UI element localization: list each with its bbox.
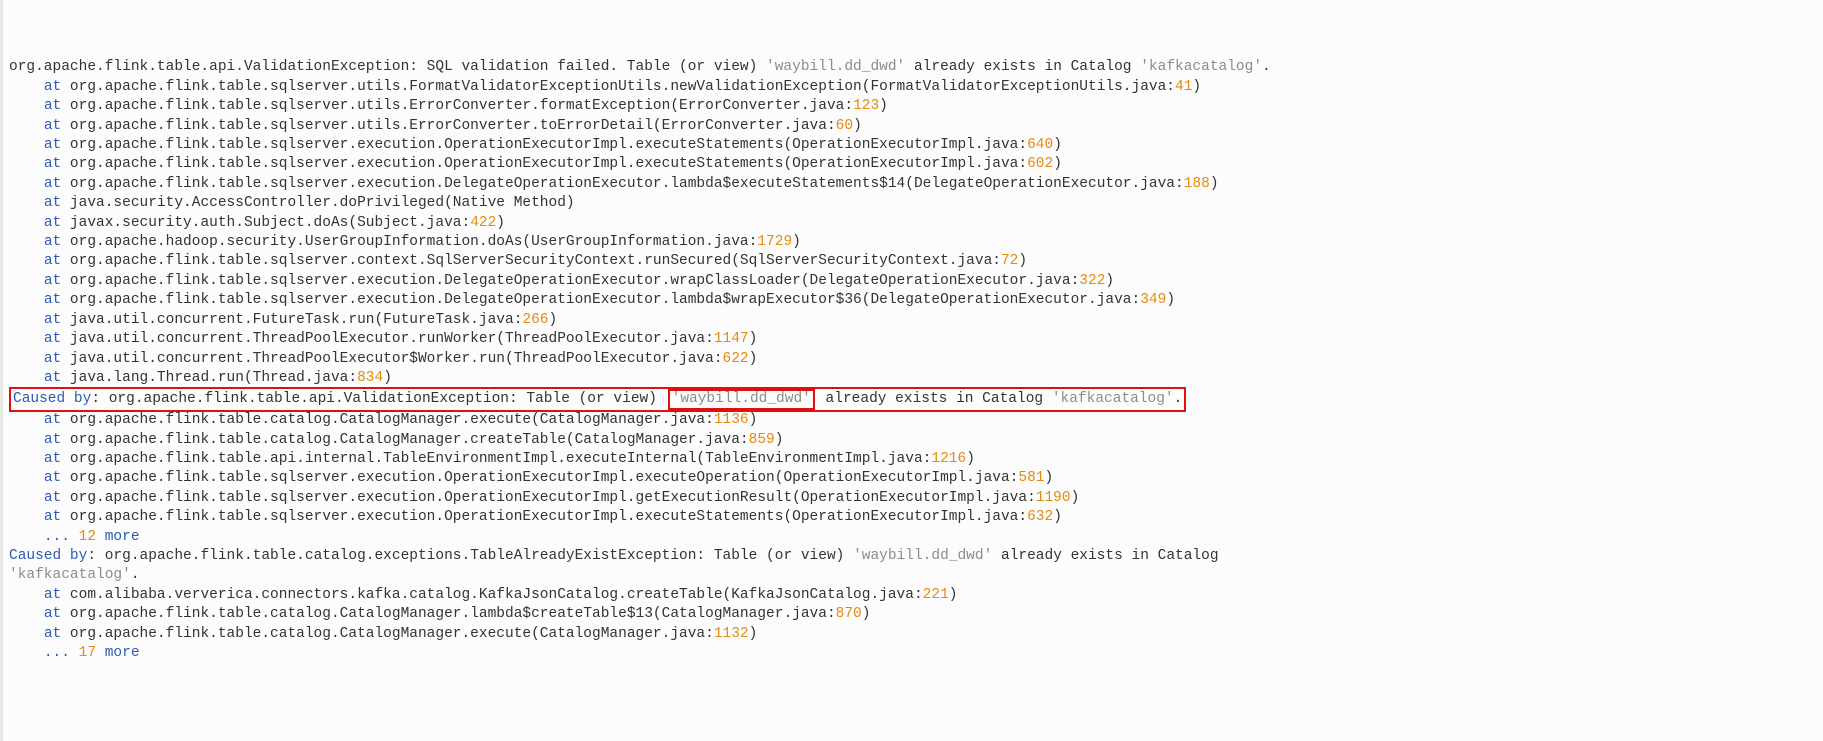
stack-frame: at org.apache.flink.table.api.internal.T…	[9, 451, 975, 467]
stack-frame: at javax.security.auth.Subject.doAs(Subj…	[9, 215, 505, 231]
stack-frame: at org.apache.flink.table.sqlserver.exec…	[9, 470, 1053, 486]
stack-frame: at org.apache.flink.table.sqlserver.exec…	[9, 490, 1079, 506]
stack-frame: at org.apache.flink.table.sqlserver.exec…	[9, 292, 1175, 308]
stack-frame: at org.apache.flink.table.catalog.Catalo…	[9, 606, 870, 622]
stack-frame: at org.apache.flink.table.sqlserver.exec…	[9, 176, 1219, 192]
stack-frame: at org.apache.flink.table.sqlserver.exec…	[9, 156, 1062, 172]
stack-frame: at java.lang.Thread.run(Thread.java:834)	[9, 370, 392, 386]
stack-frame: at java.util.concurrent.ThreadPoolExecut…	[9, 351, 757, 367]
stacktrace-block: org.apache.flink.table.api.ValidationExc…	[9, 58, 1823, 663]
omitted-frames: ... 17 more	[9, 645, 140, 661]
omitted-frames: ... 12 more	[9, 529, 140, 545]
stack-frame: at org.apache.flink.table.sqlserver.util…	[9, 79, 1201, 95]
stack-frame: at org.apache.flink.table.sqlserver.exec…	[9, 137, 1062, 153]
caused-by-cont: 'kafkacatalog'.	[9, 567, 140, 583]
stack-frame: at java.util.concurrent.ThreadPoolExecut…	[9, 331, 757, 347]
stack-frame: at org.apache.flink.table.sqlserver.cont…	[9, 253, 1027, 269]
caused-by-highlight: Caused by: org.apache.flink.table.api.Va…	[9, 387, 1186, 412]
stack-frame: at org.apache.flink.table.sqlserver.exec…	[9, 509, 1062, 525]
stack-frame: at org.apache.flink.table.catalog.Catalo…	[9, 432, 783, 448]
stack-frame: at com.alibaba.ververica.connectors.kafk…	[9, 587, 957, 603]
stack-frame: at org.apache.flink.table.sqlserver.exec…	[9, 273, 1114, 289]
caused-by: Caused by: org.apache.flink.table.catalo…	[9, 548, 1227, 564]
stack-frame: at java.security.AccessController.doPriv…	[9, 195, 575, 211]
stack-frame: at org.apache.flink.table.catalog.Catalo…	[9, 626, 757, 642]
table-name-highlight: 'waybill.dd_dwd'	[668, 389, 815, 410]
stack-frame: at org.apache.flink.table.sqlserver.util…	[9, 98, 888, 114]
stack-frame: at org.apache.flink.table.sqlserver.util…	[9, 118, 862, 134]
exception-header: org.apache.flink.table.api.ValidationExc…	[9, 59, 1271, 75]
stack-frame: at java.util.concurrent.FutureTask.run(F…	[9, 312, 557, 328]
stack-frame: at org.apache.hadoop.security.UserGroupI…	[9, 234, 801, 250]
stack-frame: at org.apache.flink.table.catalog.Catalo…	[9, 412, 757, 428]
